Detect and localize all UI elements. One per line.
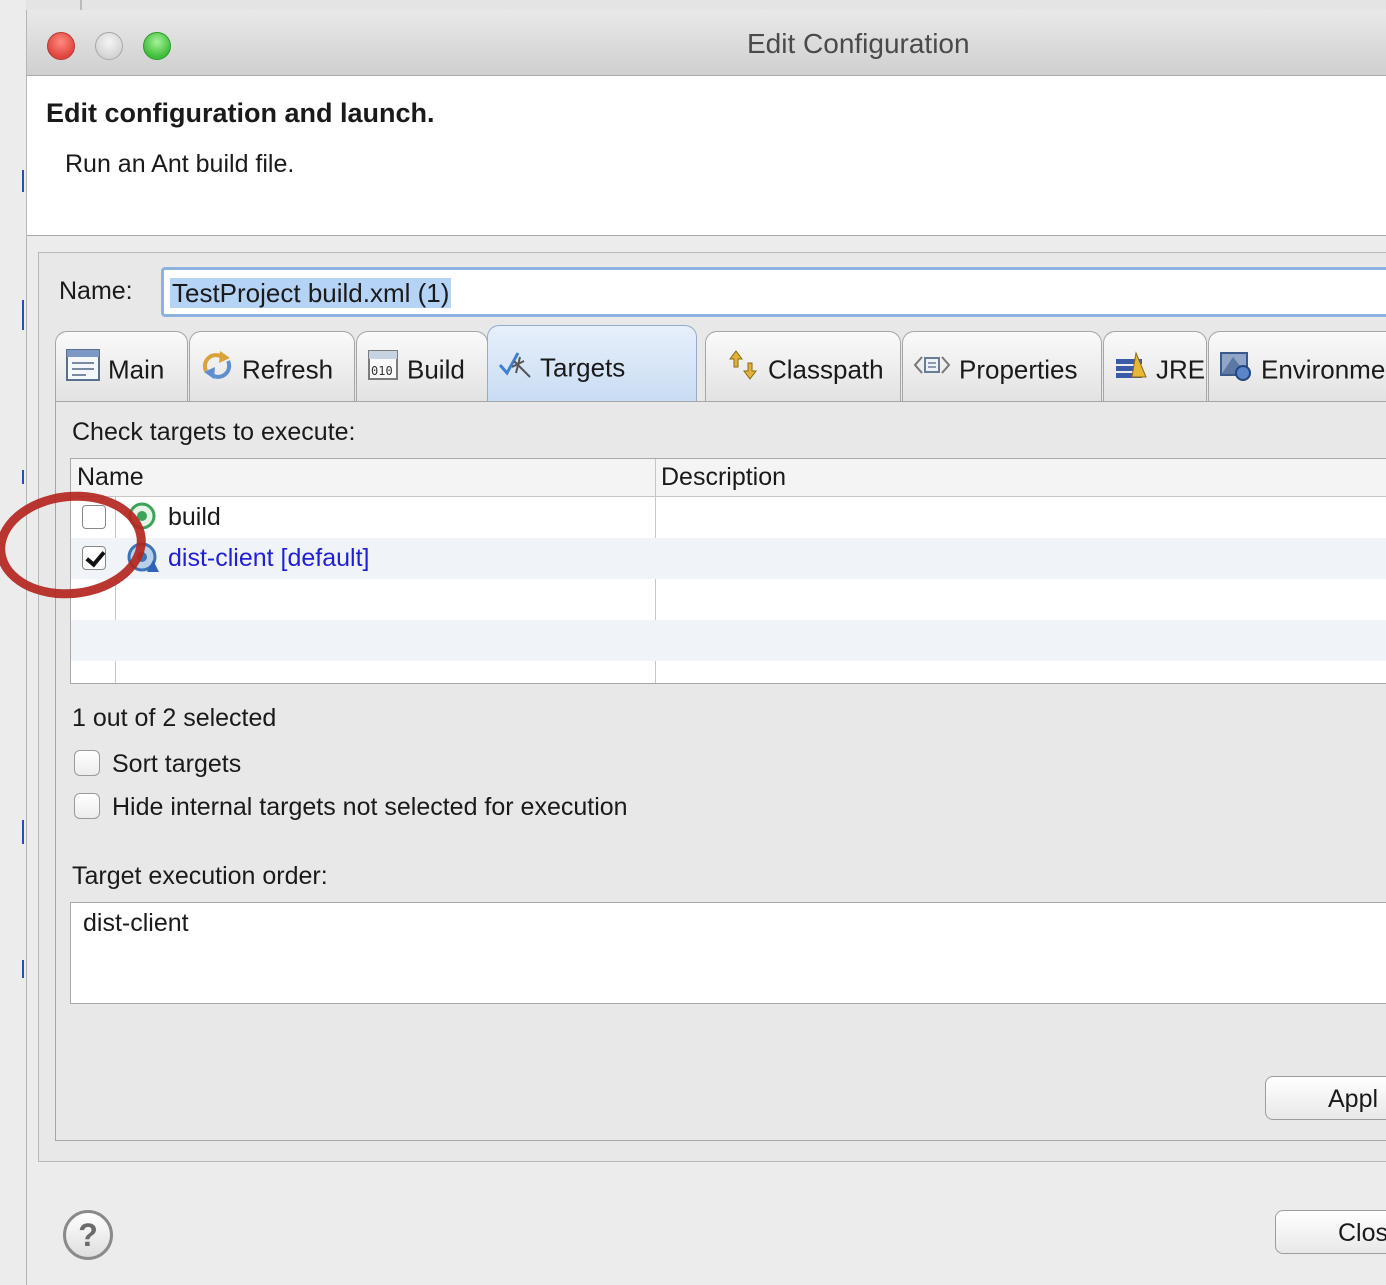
execution-order-field[interactable]: dist-client (70, 902, 1386, 1004)
main-tab-icon (66, 349, 100, 388)
banner-subtitle: Run an Ant build file. (65, 150, 295, 178)
apply-button[interactable]: Appl (1265, 1076, 1386, 1120)
desktop-tick (80, 0, 82, 10)
tab-jre-label: JRE (1156, 354, 1206, 385)
header-banner: Edit configuration and launch. Run an An… (27, 76, 1386, 236)
tab-jre[interactable]: JRE (1103, 331, 1207, 401)
targets-table[interactable]: Name Description build dist-client [defa… (70, 458, 1386, 684)
tab-targets-label: Targets (540, 352, 626, 383)
tab-main-label: Main (108, 354, 165, 385)
desktop-mark (22, 170, 24, 192)
apply-label: Appl (1328, 1085, 1379, 1113)
tab-properties[interactable]: Properties (902, 331, 1102, 401)
tab-classpath[interactable]: Classpath (705, 331, 901, 401)
tab-bar: Main Refresh 010 Build Targets Classpath… (55, 325, 1386, 401)
close-button[interactable]: Clos (1275, 1210, 1386, 1254)
table-row (71, 579, 1386, 620)
column-header-description[interactable]: Description (661, 463, 786, 492)
properties-icon (913, 349, 951, 388)
column-header-name[interactable]: Name (77, 463, 144, 492)
tab-targets[interactable]: Targets (487, 325, 697, 401)
desktop-mark (22, 960, 24, 978)
window-title: Edit Configuration (747, 28, 970, 59)
tab-build[interactable]: 010 Build (356, 331, 488, 401)
tab-refresh[interactable]: Refresh (189, 331, 355, 401)
target-name: build (168, 503, 221, 531)
execution-order-value: dist-client (83, 909, 189, 937)
tab-environment[interactable]: Environme (1208, 331, 1386, 401)
tab-properties-label: Properties (959, 354, 1078, 385)
selection-status: 1 out of 2 selected (72, 704, 277, 732)
desktop-mark (22, 820, 24, 844)
help-icon[interactable]: ? (63, 1210, 113, 1260)
tab-build-label: Build (407, 354, 465, 385)
jre-icon (1114, 349, 1148, 388)
hide-internal-option[interactable]: Hide internal targets not selected for e… (74, 793, 628, 822)
banner-title: Edit configuration and launch. (46, 98, 435, 128)
targets-icon (498, 347, 532, 386)
tab-classpath-label: Classpath (768, 354, 884, 385)
edit-configuration-window: Edit Configuration Edit configuration an… (26, 10, 1386, 1285)
title-bar[interactable]: Edit Configuration (27, 10, 1386, 76)
build-binary-icon: 010 (367, 349, 399, 388)
sort-targets-option[interactable]: Sort targets (74, 750, 241, 779)
target-name: dist-client [default] (168, 544, 370, 572)
tab-refresh-label: Refresh (242, 354, 334, 385)
desktop-left-strip (0, 0, 26, 1285)
window-minimize-button[interactable] (95, 32, 123, 60)
sort-targets-checkbox[interactable] (74, 750, 100, 777)
window-zoom-button[interactable] (143, 32, 171, 60)
name-input-value: TestProject build.xml (1) (170, 278, 452, 308)
check-targets-label: Check targets to execute: (72, 418, 356, 446)
environment-icon (1219, 349, 1253, 388)
window-close-button[interactable] (47, 32, 75, 60)
hide-internal-label: Hide internal targets not selected for e… (112, 793, 628, 821)
desktop-top-strip (0, 0, 1386, 10)
configuration-name-input[interactable]: TestProject build.xml (1) (161, 267, 1386, 317)
sort-targets-label: Sort targets (112, 750, 242, 778)
execution-order-label: Target execution order: (72, 862, 328, 890)
refresh-icon (200, 349, 234, 388)
tab-main[interactable]: Main (55, 331, 188, 401)
targets-tab-content: Check targets to execute: Name Descripti… (55, 401, 1386, 1141)
svg-text:010: 010 (371, 364, 393, 378)
hide-internal-checkbox[interactable] (74, 793, 100, 820)
classpath-icon (726, 349, 760, 388)
targets-table-header: Name Description (71, 459, 1386, 497)
table-row[interactable]: dist-client [default] (71, 538, 1386, 579)
configuration-panel: Name: TestProject build.xml (1) Main Ref… (38, 252, 1386, 1162)
tab-environment-label: Environme (1261, 354, 1386, 385)
table-row (71, 620, 1386, 661)
table-row[interactable]: build (71, 497, 1386, 538)
close-label: Clos (1338, 1219, 1386, 1247)
desktop-mark (22, 470, 24, 484)
name-label: Name: (59, 277, 133, 305)
desktop-mark (22, 300, 24, 330)
